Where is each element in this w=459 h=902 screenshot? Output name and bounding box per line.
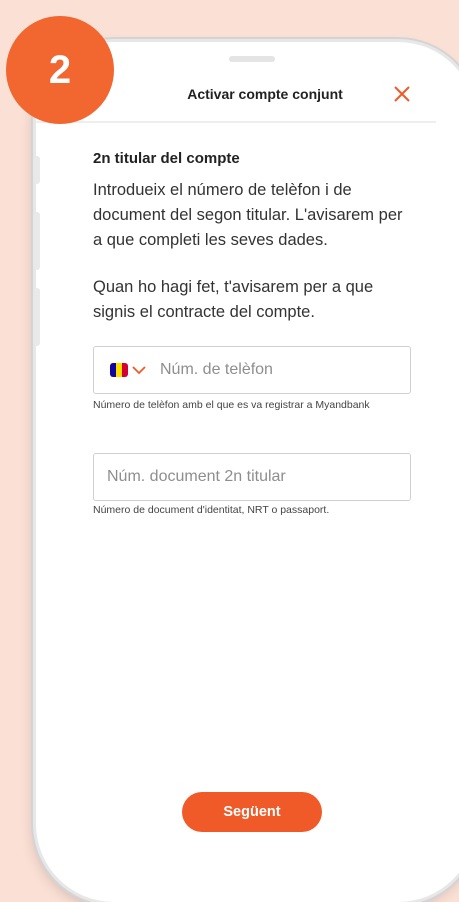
close-icon xyxy=(394,86,410,102)
notice-paragraph: Quan ho hagi fet, t'avisarem per a que s… xyxy=(93,278,374,321)
step-badge: 2 xyxy=(6,16,114,124)
document-number-placeholder: Núm. document 2n titular xyxy=(107,468,286,485)
phone-number-field[interactable]: Núm. de telèfon xyxy=(93,346,411,394)
phone-volume-down-button xyxy=(34,288,40,346)
phone-volume-up-button xyxy=(34,212,40,270)
phone-side-button xyxy=(34,156,40,184)
chevron-down-icon[interactable] xyxy=(131,362,147,378)
document-number-field[interactable]: Núm. document 2n titular xyxy=(93,453,411,501)
phone-number-helper: Número de telèfon amb el que es va regis… xyxy=(93,399,370,411)
close-button[interactable] xyxy=(390,82,414,106)
section-title: 2n titular del compte xyxy=(93,150,240,167)
page-title: Activar compte conjunt xyxy=(187,86,343,102)
phone-notch xyxy=(229,56,275,62)
andorra-flag-icon[interactable] xyxy=(110,363,128,377)
intro-paragraph: Introdueix el número de telèfon i de doc… xyxy=(93,181,403,249)
document-number-helper: Número de document d'identitat, NRT o pa… xyxy=(93,504,330,516)
phone-number-placeholder: Núm. de telèfon xyxy=(160,361,273,378)
next-button[interactable]: Següent xyxy=(182,792,322,832)
header-divider xyxy=(36,121,436,123)
